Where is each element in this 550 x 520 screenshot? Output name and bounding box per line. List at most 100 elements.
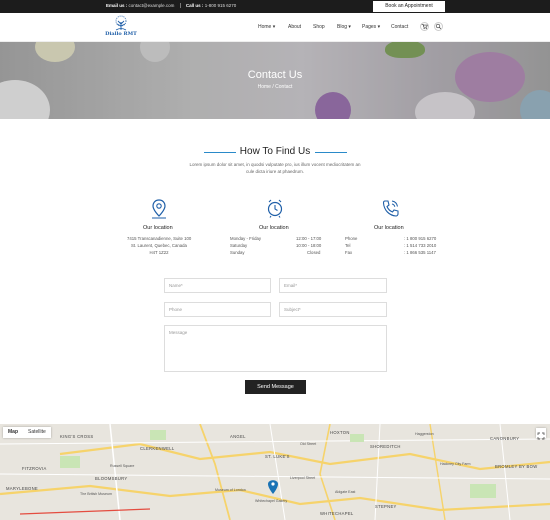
phone-icon	[382, 200, 399, 217]
phone-row: Fax : 1 866 535 1147	[345, 249, 437, 256]
map-label: STEPNEY	[375, 504, 397, 509]
map-label: FITZROVIA	[22, 466, 47, 471]
breadcrumb-home[interactable]: Home	[258, 84, 271, 90]
phone-row: Phone : 1 800 915 6270	[345, 235, 437, 242]
map-label: The British Museum	[80, 492, 112, 496]
map-label: Whitechapel Gallery	[255, 499, 288, 503]
tab-map[interactable]: Map	[3, 427, 23, 438]
alarm-clock-icon	[267, 199, 283, 218]
phone-table: Phone : 1 800 915 6270 Tel : 1 514 733 201…	[345, 235, 437, 256]
map-label: KING'S CROSS	[60, 434, 94, 439]
map-label: SHOREDITCH	[370, 444, 401, 449]
top-bar: Email us : contact@example.com Call us :…	[0, 0, 550, 13]
send-message-button[interactable]: Send Message	[245, 380, 306, 394]
phone-label: Fax	[345, 250, 353, 255]
nav-item-shop[interactable]: Shop	[313, 24, 325, 30]
hours-value: 12:00 - 17:00	[296, 236, 322, 241]
logo[interactable]: Diallo RMT	[103, 15, 139, 40]
hours-value: 10:00 - 18:00	[296, 243, 322, 248]
name-field[interactable]: Name*	[164, 278, 271, 293]
heading-line-right	[315, 152, 347, 153]
phone-value[interactable]: : 1 800 915 6270	[404, 235, 436, 242]
nav-item-contact[interactable]: Contact	[391, 24, 408, 30]
map-label: ST. LUKE'S	[265, 454, 290, 459]
message-field[interactable]: Message	[164, 325, 387, 372]
nav-label: Home	[258, 24, 272, 30]
map-label: Russell Square	[110, 464, 135, 468]
chevron-down-icon: ▾	[376, 24, 381, 30]
map-label: BLOOMSBURY	[95, 476, 128, 481]
map-label: Haggerston	[415, 432, 434, 436]
section-heading: How To Find Us	[239, 146, 311, 157]
book-appointment-button[interactable]: Book an Appointment	[373, 1, 445, 12]
tab-satellite[interactable]: Satellite	[23, 427, 51, 438]
phone-value[interactable]: : 1 514 733 2010	[404, 242, 436, 249]
hours-row: Saturday 10:00 - 18:00	[230, 242, 322, 249]
address-line: 7415 Transcanadienne, Suite 100	[127, 236, 192, 241]
section-intro: Lorem ipsum dolor sit amet, in quodsi vu…	[189, 162, 361, 174]
map-label: HOXTON	[330, 430, 350, 435]
phone-value[interactable]: : 1 866 535 1147	[404, 249, 436, 256]
call-label: Call us :	[185, 3, 204, 8]
nav-item-home[interactable]: Home ▾	[258, 24, 275, 30]
email-field[interactable]: Email*	[279, 278, 387, 293]
nav-label: Pages	[362, 24, 377, 30]
cart-icon	[421, 24, 428, 30]
phone-row: Tel : 1 514 733 2010	[345, 242, 437, 249]
email-value[interactable]: contact@example.com	[129, 3, 175, 8]
nav-item-blog[interactable]: Blog ▾	[337, 24, 351, 30]
header: Diallo RMT Home ▾ About Shop Blog ▾ Page…	[0, 13, 550, 42]
map-label: Museum of London	[215, 488, 246, 492]
phone-field[interactable]: Phone	[164, 302, 271, 317]
map-label: BROMLEY BY BOW	[495, 464, 538, 469]
map-type-tabs: Map Satellite	[3, 427, 51, 438]
hours-heading: Our location	[259, 225, 289, 231]
map[interactable]: CLERKENWELL ST. LUKE'S FITZROVIA MARYLEB…	[0, 424, 550, 520]
hero-banner: Contact Us Home / Contact	[0, 42, 550, 119]
day-label: Sunday	[230, 250, 245, 255]
map-label: Aldgate East	[335, 490, 356, 494]
day-label: Monday - Friday	[230, 236, 262, 241]
logo-text: Diallo RMT	[105, 31, 137, 37]
map-label: Hackney City Farm	[440, 462, 471, 466]
address-line: St. Laurent, Quebec, Canada	[131, 243, 187, 248]
subject-field[interactable]: Subject*	[279, 302, 387, 317]
nav-item-about[interactable]: About	[288, 24, 301, 30]
chevron-down-icon: ▾	[347, 24, 351, 30]
phone-label: Tel	[345, 243, 351, 248]
page-title: Contact Us	[247, 69, 303, 81]
search-icon	[435, 23, 442, 30]
tree-logo-icon	[115, 15, 127, 31]
map-marker-icon	[152, 199, 166, 219]
breadcrumb: Home / Contact	[0, 84, 550, 90]
breadcrumb-current: Contact	[275, 84, 293, 90]
cart-button[interactable]	[420, 22, 429, 31]
hours-table: Monday - Friday 12:00 - 17:00 Saturday 10:…	[230, 235, 322, 256]
address-line: H4T 1Z22	[149, 250, 169, 255]
day-label: Saturday	[230, 243, 248, 248]
map-label: MARYLEBONE	[6, 486, 39, 491]
nav-label: Blog	[337, 24, 348, 30]
map-label: WHITECHAPEL	[320, 511, 354, 516]
divider	[179, 3, 181, 9]
map-label: Old Street	[300, 442, 317, 446]
hours-value: Closed	[307, 250, 321, 255]
phone-label: Phone	[345, 236, 358, 241]
fullscreen-button[interactable]	[536, 428, 546, 440]
fullscreen-icon	[537, 432, 545, 440]
email-label: Email us :	[106, 3, 128, 8]
map-label: CLERKENWELL	[140, 446, 175, 451]
map-label: ANGEL	[230, 434, 246, 439]
search-button[interactable]	[434, 22, 443, 31]
nav-item-pages[interactable]: Pages ▾	[362, 24, 380, 30]
chevron-down-icon: ▾	[271, 24, 276, 30]
location-heading: Our location	[143, 225, 173, 231]
phone-heading: Our location	[374, 225, 404, 231]
hours-row: Sunday Closed	[230, 249, 322, 256]
map-label: Liverpool Street	[290, 476, 316, 480]
map-label: CANONBURY	[490, 436, 520, 441]
address-block: 7415 Transcanadienne, Suite 100 St. Laur…	[127, 235, 191, 256]
hours-row: Monday - Friday 12:00 - 17:00	[230, 235, 322, 242]
call-value[interactable]: 1-800 915 6270	[205, 3, 237, 8]
top-contact-info: Email us : contact@example.com Call us :…	[106, 3, 237, 9]
